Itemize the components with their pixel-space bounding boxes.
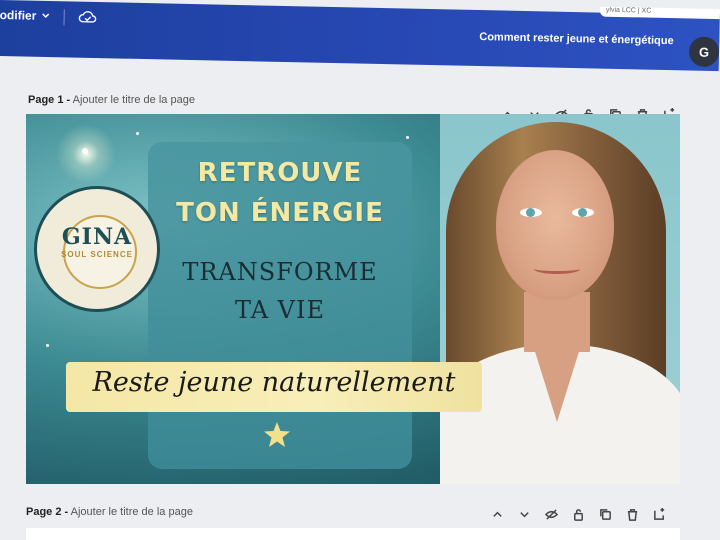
divider [63,9,65,26]
page-2-toolbar [490,507,666,521]
trash-icon[interactable] [625,507,639,521]
sparkle [136,132,139,135]
sparkle [82,148,88,154]
design-canvas[interactable]: RETROUVE TON ÉNERGIE TRANSFORME TA VIE R… [26,114,680,484]
edit-label: odifier [0,7,37,23]
subhead-line-1[interactable]: TRANSFORME [148,258,412,286]
browser-tab-fragment: ylvia LCC | XC [599,6,720,20]
page-2-header: Page 2 - Ajouter le titre de la page [26,506,193,518]
page-number: Page 2 - [26,506,69,518]
document-title[interactable]: Comment rester jeune et énergétique [479,31,674,47]
add-page-icon[interactable] [652,507,666,521]
page-title-input[interactable]: Ajouter le titre de la page [73,94,195,106]
page-number: Page 1 - [28,94,71,106]
chevron-down-icon[interactable] [517,507,531,521]
logo-name: GINA [61,224,133,250]
edit-menu[interactable]: odifier [0,8,50,23]
banner-text[interactable]: Reste jeune naturellement [66,367,482,398]
subhead-line-2[interactable]: TA VIE [148,296,412,324]
smile [534,264,580,274]
logo-subtitle: SOUL SCIENCE [61,250,133,259]
headline-line-1[interactable]: RETROUVE [148,158,412,188]
left-eye [520,208,542,217]
hide-icon[interactable] [544,507,558,521]
chevron-up-icon[interactable] [490,507,504,521]
duplicate-icon[interactable] [598,507,612,521]
lock-icon[interactable] [571,507,585,521]
portrait-photo[interactable] [440,114,680,484]
chevron-down-icon [41,13,49,19]
sparkle [46,344,49,347]
editor-topbar: ylvia LCC | XC odifier Comment rester je… [0,0,720,72]
light-flare [56,124,116,184]
page-title-input[interactable]: Ajouter le titre de la page [71,506,193,518]
cloud-saved-icon[interactable] [77,8,97,28]
headline-line-2[interactable]: TON ÉNERGIE [148,198,412,228]
star-icon [264,422,290,447]
sparkle [406,136,409,139]
right-eye [572,208,594,217]
page-1-header: Page 1 - Ajouter le titre de la page [28,94,195,106]
avatar[interactable]: G [688,36,720,68]
face [496,150,614,300]
page-2-canvas[interactable] [26,528,680,540]
corner-text: ylvia LCC | XC [605,6,652,15]
